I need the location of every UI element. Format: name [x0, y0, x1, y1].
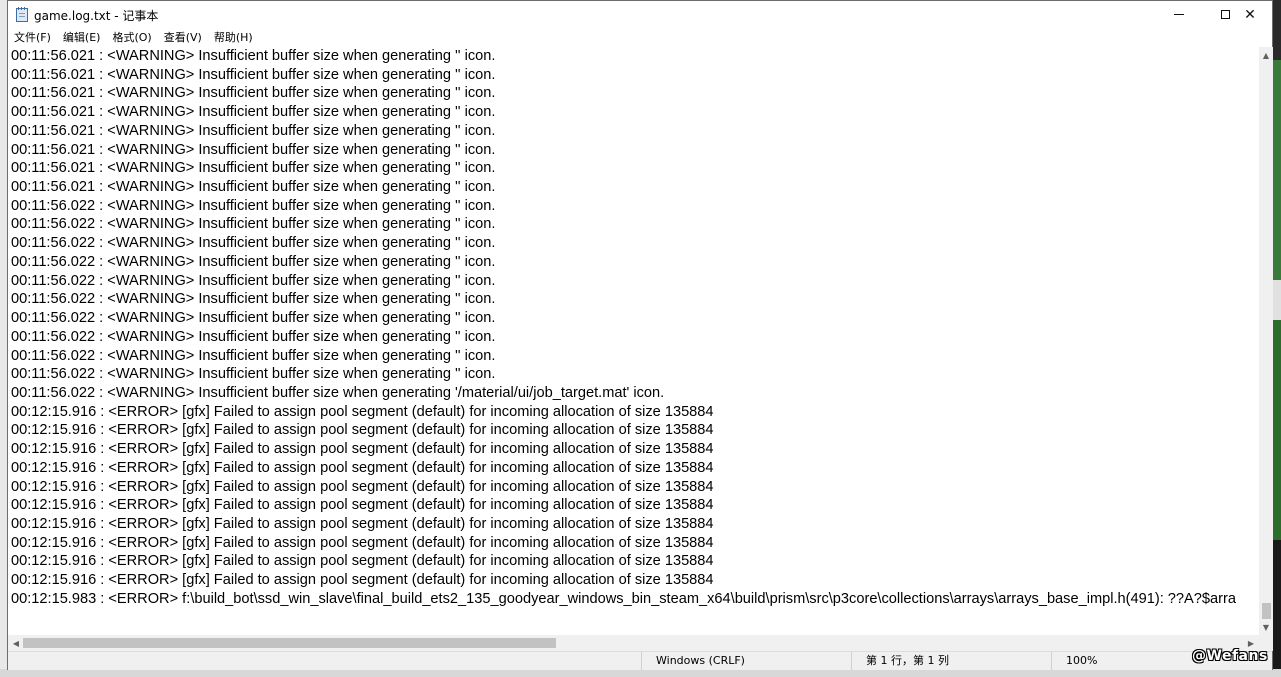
text-line[interactable]: 00:11:56.022 : <WARNING> Insufficient bu… — [8, 253, 1259, 272]
menu-help[interactable]: 帮助(H) — [208, 28, 259, 47]
text-line[interactable]: 00:11:56.021 : <WARNING> Insufficient bu… — [8, 122, 1259, 141]
vertical-scrollbar[interactable]: ▲ ▼ — [1259, 47, 1273, 635]
text-line[interactable]: 00:11:56.022 : <WARNING> Insufficient bu… — [8, 272, 1259, 291]
window-title: game.log.txt - 记事本 — [34, 9, 159, 23]
minimize-icon — [1174, 14, 1184, 15]
text-line[interactable]: 00:12:15.916 : <ERROR> [gfx] Failed to a… — [8, 421, 1259, 440]
menu-format[interactable]: 格式(O) — [106, 28, 157, 47]
status-cursor-position: 第 1 行，第 1 列 — [851, 652, 1051, 670]
text-line[interactable]: 00:12:15.916 : <ERROR> [gfx] Failed to a… — [8, 571, 1259, 590]
scroll-up-icon[interactable]: ▲ — [1259, 47, 1273, 63]
menu-edit[interactable]: 编辑(E) — [57, 28, 107, 47]
minimize-button[interactable] — [1156, 1, 1202, 28]
desktop-background-right — [1272, 0, 1281, 677]
text-line[interactable]: 00:11:56.022 : <WARNING> Insufficient bu… — [8, 328, 1259, 347]
text-line[interactable]: 00:11:56.022 : <WARNING> Insufficient bu… — [8, 197, 1259, 216]
text-line[interactable]: 00:11:56.021 : <WARNING> Insufficient bu… — [8, 84, 1259, 103]
horizontal-scroll-thumb[interactable] — [23, 638, 556, 648]
notepad-icon — [16, 7, 28, 22]
text-line[interactable]: 00:12:15.916 : <ERROR> [gfx] Failed to a… — [8, 403, 1259, 422]
text-line[interactable]: 00:11:56.022 : <WARNING> Insufficient bu… — [8, 215, 1259, 234]
notepad-window: game.log.txt - 记事本 ✕ 文件(F) 编辑(E) 格式(O) 查… — [7, 0, 1273, 670]
scroll-down-icon[interactable]: ▼ — [1259, 619, 1273, 635]
text-line[interactable]: 00:11:56.022 : <WARNING> Insufficient bu… — [8, 347, 1259, 366]
text-line[interactable]: 00:11:56.021 : <WARNING> Insufficient bu… — [8, 141, 1259, 160]
text-line[interactable]: 00:12:15.916 : <ERROR> [gfx] Failed to a… — [8, 552, 1259, 571]
text-line[interactable]: 00:11:56.021 : <WARNING> Insufficient bu… — [8, 178, 1259, 197]
text-line[interactable]: 00:11:56.022 : <WARNING> Insufficient bu… — [8, 290, 1259, 309]
text-line[interactable]: 00:11:56.022 : <WARNING> Insufficient bu… — [8, 384, 1259, 403]
text-line[interactable]: 00:11:56.021 : <WARNING> Insufficient bu… — [8, 103, 1259, 122]
watermark: @Wefans — [1192, 648, 1268, 664]
status-encoding: Windows (CRLF) — [641, 652, 851, 670]
title-bar[interactable]: game.log.txt - 记事本 ✕ — [8, 1, 1272, 28]
text-line[interactable]: 00:11:56.022 : <WARNING> Insufficient bu… — [8, 365, 1259, 384]
text-line[interactable]: 00:12:15.916 : <ERROR> [gfx] Failed to a… — [8, 515, 1259, 534]
vertical-scroll-thumb[interactable] — [1262, 603, 1271, 619]
text-line[interactable]: 00:12:15.916 : <ERROR> [gfx] Failed to a… — [8, 440, 1259, 459]
text-line[interactable]: 00:11:56.022 : <WARNING> Insufficient bu… — [8, 234, 1259, 253]
text-line[interactable]: 00:11:56.021 : <WARNING> Insufficient bu… — [8, 47, 1259, 66]
horizontal-scrollbar[interactable]: ◀ ▶ — [8, 635, 1259, 651]
scroll-left-icon[interactable]: ◀ — [8, 635, 24, 651]
text-editor[interactable]: 00:11:56.021 : <WARNING> Insufficient bu… — [8, 47, 1259, 635]
text-line[interactable]: 00:12:15.916 : <ERROR> [gfx] Failed to a… — [8, 496, 1259, 515]
status-bar: Windows (CRLF) 第 1 行，第 1 列 100% — [8, 651, 1272, 670]
close-icon: ✕ — [1244, 6, 1256, 23]
text-line[interactable]: 00:11:56.022 : <WARNING> Insufficient bu… — [8, 309, 1259, 328]
menu-view[interactable]: 查看(V) — [158, 28, 208, 47]
text-line[interactable]: 00:12:15.916 : <ERROR> [gfx] Failed to a… — [8, 478, 1259, 497]
text-line[interactable]: 00:12:15.916 : <ERROR> [gfx] Failed to a… — [8, 459, 1259, 478]
text-line[interactable] — [8, 609, 1259, 628]
taskbar-strip — [0, 669, 1281, 677]
text-line[interactable]: 00:12:15.983 : <ERROR> f:\build_bot\ssd_… — [8, 590, 1259, 609]
close-button[interactable]: ✕ — [1227, 1, 1273, 28]
menu-bar: 文件(F) 编辑(E) 格式(O) 查看(V) 帮助(H) — [8, 28, 1272, 47]
menu-file[interactable]: 文件(F) — [8, 28, 57, 47]
text-line[interactable]: 00:12:15.916 : <ERROR> [gfx] Failed to a… — [8, 534, 1259, 553]
text-line[interactable]: 00:11:56.021 : <WARNING> Insufficient bu… — [8, 66, 1259, 85]
text-line[interactable]: 00:11:56.021 : <WARNING> Insufficient bu… — [8, 159, 1259, 178]
